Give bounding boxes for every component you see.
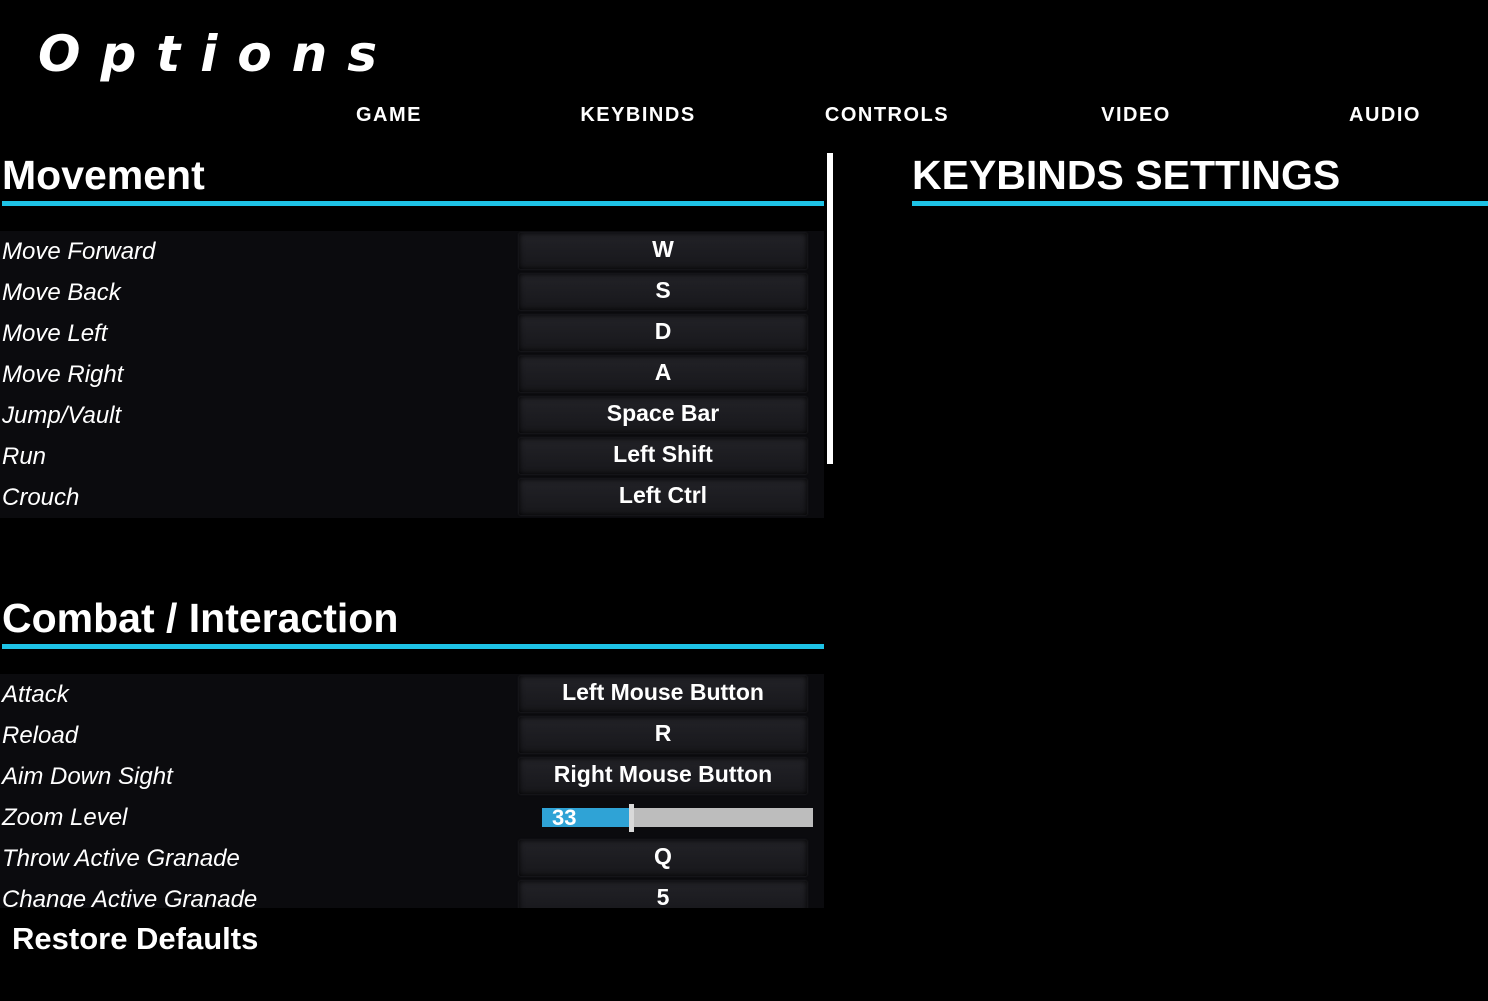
options-tabs: GAME KEYBINDS CONTROLS VIDEO AUDIO: [264, 100, 1488, 130]
keybind-button[interactable]: D: [519, 315, 807, 351]
keybind-row: Throw Active Granade Q: [0, 838, 824, 879]
keybind-label: Move Left: [2, 320, 108, 347]
combat-heading: Combat / Interaction: [2, 595, 399, 641]
keybind-button[interactable]: Left Ctrl: [519, 479, 807, 515]
keybind-row: Jump/Vault Space Bar: [0, 395, 824, 436]
tab-keybinds[interactable]: KEYBINDS: [513, 100, 763, 130]
keybind-label: Crouch: [2, 484, 80, 511]
keybind-button[interactable]: R: [519, 717, 807, 753]
zoom-level-slider[interactable]: 33: [542, 804, 813, 832]
keybind-button[interactable]: Left Shift: [519, 438, 807, 474]
movement-underline: [2, 201, 824, 206]
combat-underline: [2, 644, 824, 649]
keybinds-settings-heading: KEYBINDS SETTINGS: [912, 152, 1341, 198]
keybind-label: Attack: [2, 681, 69, 708]
combat-list: Attack Left Mouse Button Reload R Aim Do…: [0, 674, 824, 908]
tab-controls[interactable]: CONTROLS: [762, 100, 1012, 130]
scrollbar[interactable]: [827, 153, 833, 464]
keybind-button[interactable]: Right Mouse Button: [519, 758, 807, 794]
keybind-button[interactable]: Q: [519, 840, 807, 876]
keybind-label: Change Active Granade: [2, 886, 258, 908]
movement-heading: Movement: [2, 152, 205, 198]
keybinds-settings-underline: [912, 201, 1488, 206]
tab-audio[interactable]: AUDIO: [1260, 100, 1488, 130]
keybind-button[interactable]: S: [519, 274, 807, 310]
keybind-button[interactable]: Left Mouse Button: [519, 676, 807, 712]
tab-video[interactable]: VIDEO: [1011, 100, 1261, 130]
combat-list-bg: Attack Left Mouse Button Reload R Aim Do…: [0, 674, 824, 908]
keybind-button[interactable]: W: [519, 233, 807, 269]
keybind-row: Reload R: [0, 715, 824, 756]
keybind-label: Aim Down Sight: [2, 763, 173, 790]
keybind-row: Move Right A: [0, 354, 824, 395]
keybind-label: Move Right: [2, 361, 124, 388]
keybind-label: Move Back: [2, 279, 121, 306]
keybind-label: Throw Active Granade: [2, 845, 240, 872]
restore-defaults-button[interactable]: Restore Defaults: [12, 918, 258, 960]
keybind-label: Jump/Vault: [2, 402, 122, 429]
tab-game[interactable]: GAME: [264, 100, 514, 130]
keybind-row: Run Left Shift: [0, 436, 824, 477]
zoom-level-value: 33: [552, 805, 577, 830]
keybind-button[interactable]: Space Bar: [519, 397, 807, 433]
keybind-row: Attack Left Mouse Button: [0, 674, 824, 715]
keybind-label: Reload: [2, 722, 79, 749]
keybind-row: Move Back S: [0, 272, 824, 313]
keybind-row: Move Forward W: [0, 231, 824, 272]
keybind-label: Move Forward: [2, 238, 156, 265]
zoom-level-label: Zoom Level: [2, 804, 128, 831]
zoom-level-row: Zoom Level 33: [0, 797, 824, 838]
keybind-row: Crouch Left Ctrl: [0, 477, 824, 518]
keybind-row: Aim Down Sight Right Mouse Button: [0, 756, 824, 797]
keybind-button[interactable]: A: [519, 356, 807, 392]
keybind-button[interactable]: 5: [519, 881, 807, 908]
movement-list: Move Forward W Move Back S Move Left D M…: [0, 231, 824, 518]
zoom-level-handle[interactable]: [629, 804, 634, 832]
keybind-row: Move Left D: [0, 313, 824, 354]
keybind-label: Run: [2, 443, 47, 470]
options-title: Options: [38, 25, 398, 83]
keybind-row: Change Active Granade 5: [0, 879, 824, 908]
